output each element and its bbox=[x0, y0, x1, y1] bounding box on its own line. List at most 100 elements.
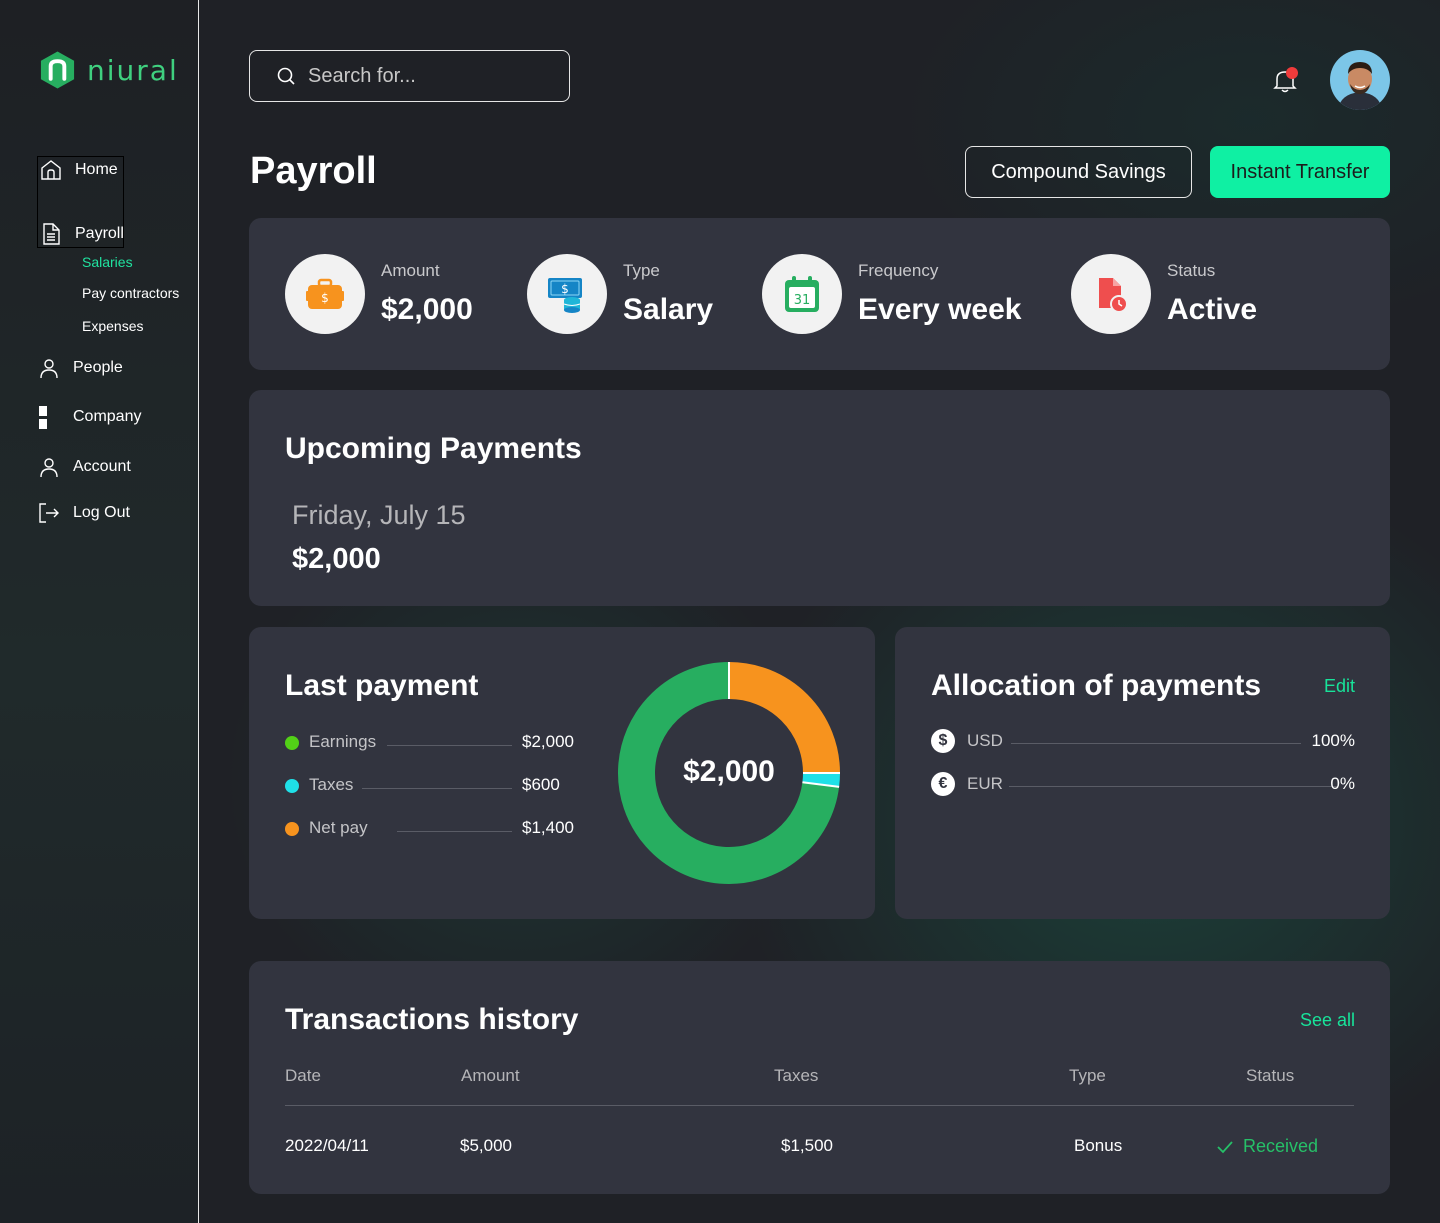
status-badge: Received bbox=[1215, 1136, 1318, 1157]
sidebar-item-label: Home bbox=[75, 161, 118, 178]
instant-transfer-button[interactable]: Instant Transfer bbox=[1210, 146, 1390, 198]
avatar[interactable] bbox=[1330, 50, 1390, 110]
last-payment-card: Last payment Earnings $2,000 Taxes $600 … bbox=[249, 627, 875, 919]
summary-icon-wrap: $ bbox=[527, 254, 607, 334]
legend-value: $600 bbox=[522, 775, 560, 794]
summary-label: Frequency bbox=[858, 261, 939, 280]
allocation-card: Allocation of payments Edit $ USD 100% €… bbox=[895, 627, 1390, 919]
card-title: Transactions history bbox=[285, 1003, 579, 1036]
column-header-status[interactable]: Status bbox=[1246, 1066, 1294, 1086]
person-icon bbox=[40, 359, 58, 379]
legend-label: Taxes bbox=[309, 775, 354, 794]
legend-dot bbox=[285, 822, 299, 836]
sidebar-item-home[interactable]: Home bbox=[39, 158, 118, 182]
summary-frequency: 31 Frequency Every week bbox=[762, 254, 1021, 334]
upcoming-date: Friday, July 15 bbox=[292, 500, 466, 530]
cell-taxes: $1,500 bbox=[781, 1136, 833, 1155]
summary-label: Status bbox=[1167, 261, 1216, 280]
column-header-type[interactable]: Type bbox=[1069, 1066, 1106, 1086]
payroll-summary-card: $ Amount $2,000 $ Type Salary 31 Frequen… bbox=[249, 218, 1390, 370]
page-title: Payroll bbox=[250, 150, 377, 192]
sidebar-subitem-pay-contractors[interactable]: Pay contractors bbox=[82, 285, 179, 301]
document-icon bbox=[43, 223, 60, 245]
legend-label: Net pay bbox=[309, 818, 368, 837]
edit-link[interactable]: Edit bbox=[1324, 676, 1355, 697]
legend-dot bbox=[285, 779, 299, 793]
column-header-amount[interactable]: Amount bbox=[461, 1066, 520, 1086]
logout-icon bbox=[39, 503, 59, 523]
brand-name: niural bbox=[87, 53, 179, 87]
sidebar: niural Home Payroll Salaries Pay contrac… bbox=[0, 0, 199, 1223]
summary-label: Amount bbox=[381, 261, 440, 280]
euro-icon: € bbox=[931, 772, 955, 796]
briefcase-money-icon: $ bbox=[306, 278, 344, 309]
table-divider bbox=[285, 1105, 1354, 1106]
card-title: Last payment bbox=[285, 669, 479, 702]
legend-label: Earnings bbox=[309, 732, 377, 751]
cell-amount: $5,000 bbox=[460, 1136, 512, 1155]
niural-logo-icon bbox=[40, 51, 75, 89]
card-title: Allocation of payments bbox=[931, 669, 1262, 702]
sidebar-subitem-salaries[interactable]: Salaries bbox=[82, 254, 133, 270]
sidebar-subitem-expenses[interactable]: Expenses bbox=[82, 318, 143, 334]
sidebar-item-label: People bbox=[73, 359, 123, 376]
legend-value: $2,000 bbox=[522, 732, 574, 751]
sidebar-item-account[interactable]: Account bbox=[37, 455, 131, 479]
summary-text: Type Salary bbox=[623, 261, 713, 327]
cash-coins-icon: $ bbox=[548, 278, 582, 313]
cell-type: Bonus bbox=[1074, 1136, 1123, 1155]
upcoming-payments-card: Upcoming Payments Friday, July 15 $2,000 bbox=[249, 390, 1390, 606]
legend-leader-line bbox=[397, 831, 512, 832]
legend-item-net-pay: Net pay $1,400 bbox=[285, 818, 578, 838]
dollar-icon: $ bbox=[931, 729, 955, 753]
allocation-leader-line bbox=[1009, 786, 1337, 787]
document-clock-icon bbox=[1099, 278, 1128, 313]
column-header-date[interactable]: Date bbox=[285, 1066, 321, 1086]
summary-value: Every week bbox=[858, 293, 1022, 326]
search-icon bbox=[277, 67, 295, 85]
sidebar-item-people[interactable]: People bbox=[37, 356, 123, 380]
search-input[interactable] bbox=[308, 64, 558, 88]
currency-name: USD bbox=[967, 731, 1003, 750]
summary-amount: $ Amount $2,000 bbox=[285, 254, 473, 334]
summary-type: $ Type Salary bbox=[527, 254, 713, 334]
sidebar-item-label: Log Out bbox=[73, 504, 130, 521]
allocation-value: 100% bbox=[1311, 731, 1355, 750]
sidebar-item-label: Payroll bbox=[75, 225, 124, 242]
logo[interactable]: niural bbox=[38, 50, 179, 90]
summary-value: Active bbox=[1167, 293, 1258, 326]
compound-savings-button[interactable]: Compound Savings bbox=[965, 146, 1192, 198]
column-header-taxes[interactable]: Taxes bbox=[774, 1066, 818, 1086]
upcoming-amount: $2,000 bbox=[292, 543, 381, 575]
sidebar-item-label: Company bbox=[73, 408, 142, 425]
allocation-leader-line bbox=[1011, 743, 1301, 744]
summary-label: Type bbox=[623, 261, 660, 280]
sidebar-item-logout[interactable]: Log Out bbox=[37, 501, 130, 525]
summary-value: $2,000 bbox=[381, 293, 473, 326]
notification-badge bbox=[1286, 67, 1298, 79]
calendar-icon: 31 bbox=[785, 276, 819, 312]
legend-value: $1,400 bbox=[522, 818, 574, 837]
card-title: Upcoming Payments bbox=[285, 432, 582, 465]
allocation-row-eur: € EUR 0% bbox=[931, 772, 1355, 796]
svg-text:31: 31 bbox=[794, 293, 811, 308]
user-avatar-icon bbox=[1330, 50, 1390, 110]
svg-text:$: $ bbox=[321, 291, 329, 305]
sidebar-item-payroll[interactable]: Payroll bbox=[39, 222, 124, 246]
transactions-card: Transactions history See all Date Amount… bbox=[249, 961, 1390, 1194]
summary-icon-wrap bbox=[1071, 254, 1151, 334]
legend-item-earnings: Earnings $2,000 bbox=[285, 732, 578, 752]
summary-value: Salary bbox=[623, 293, 714, 326]
user-icon bbox=[40, 458, 58, 478]
legend-dot bbox=[285, 736, 299, 750]
legend-leader-line bbox=[362, 788, 512, 789]
status-label: Received bbox=[1243, 1136, 1319, 1156]
cell-date: 2022/04/11 bbox=[285, 1136, 369, 1155]
checkmark-icon bbox=[1217, 1140, 1233, 1153]
allocation-value: 0% bbox=[1330, 774, 1355, 793]
search-bar[interactable] bbox=[249, 50, 570, 102]
sidebar-item-company[interactable]: Company bbox=[37, 405, 141, 429]
summary-text: Amount $2,000 bbox=[381, 261, 473, 327]
see-all-link[interactable]: See all bbox=[1300, 1010, 1355, 1031]
legend-leader-line bbox=[387, 745, 512, 746]
